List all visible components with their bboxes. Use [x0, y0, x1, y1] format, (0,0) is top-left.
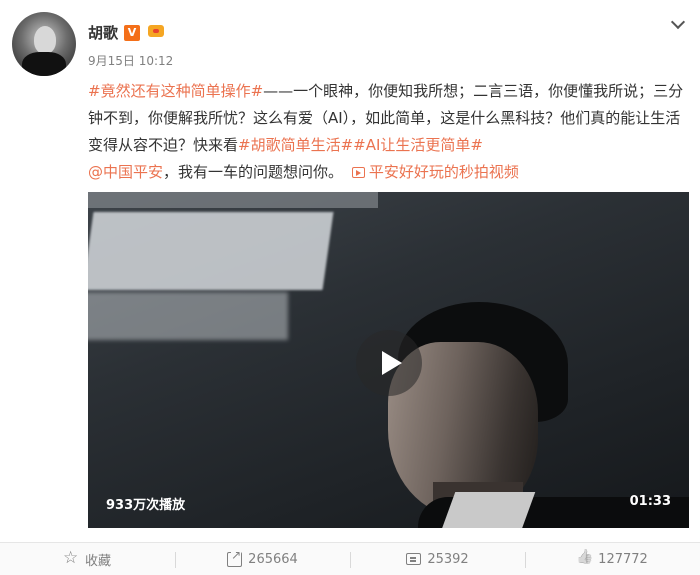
- weibo-post-card: 胡歌 V 9月15日 10:12 #竟然还有这种简单操作#——一个眼神，你便知我…: [0, 0, 700, 540]
- author-avatar[interactable]: [12, 12, 76, 76]
- play-icon: [382, 351, 402, 375]
- share-icon: [227, 547, 243, 567]
- ceiling-light: [88, 212, 334, 290]
- avatar-body: [22, 52, 66, 76]
- ceiling-light: [88, 192, 378, 208]
- video-player[interactable]: 933万次播放 01:33: [88, 192, 689, 528]
- hashtag-link[interactable]: #AI让生活更简单#: [353, 136, 483, 154]
- play-button[interactable]: [356, 330, 422, 396]
- hashtag-link[interactable]: #胡歌简单生活#: [238, 136, 353, 154]
- post-text: #竟然还有这种简单操作#——一个眼神，你便知我所想；二言三语，你便懂我所说；三分…: [88, 78, 688, 186]
- share-button[interactable]: 265664: [175, 543, 350, 575]
- favorite-label: 收藏: [84, 553, 111, 569]
- like-button[interactable]: 127772: [525, 543, 700, 575]
- video-duration: 01:33: [629, 494, 671, 509]
- video-link-icon: [351, 167, 365, 178]
- comment-count: 25392: [427, 551, 469, 567]
- avatar-face: [34, 26, 56, 54]
- share-count: 265664: [248, 551, 298, 567]
- thumbs-up-icon: [577, 552, 592, 567]
- comment-button[interactable]: 25392: [350, 543, 525, 575]
- mention-link[interactable]: @中国平安: [88, 163, 163, 181]
- author-header: 胡歌 V: [88, 22, 166, 43]
- comment-icon: [406, 553, 422, 565]
- author-name[interactable]: 胡歌: [88, 22, 118, 43]
- post-body-text: ，我有一车的问题想问你。: [163, 163, 344, 181]
- favorite-button[interactable]: 收藏: [0, 543, 175, 575]
- like-count: 127772: [598, 551, 648, 567]
- action-bar: 收藏 265664 25392 127772: [0, 542, 700, 575]
- member-crown-icon[interactable]: [146, 24, 166, 41]
- verified-badge-icon[interactable]: V: [124, 24, 141, 41]
- star-icon: [63, 548, 79, 568]
- post-timestamp[interactable]: 9月15日 10:12: [88, 52, 173, 69]
- hashtag-link[interactable]: #竟然还有这种简单操作#: [88, 82, 263, 100]
- video-source-link[interactable]: 平安好好玩的秒拍视频: [369, 163, 519, 181]
- chevron-down-icon[interactable]: [670, 16, 686, 32]
- video-figure-collar: [440, 492, 536, 528]
- ceiling-light: [88, 292, 288, 340]
- view-count: 933万次播放: [106, 498, 186, 513]
